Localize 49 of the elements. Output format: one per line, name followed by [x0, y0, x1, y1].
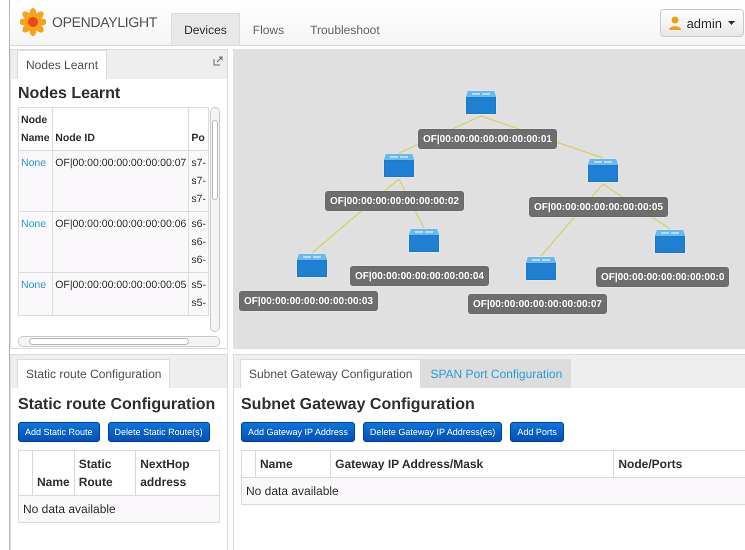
network-switch-icon[interactable] [408, 228, 440, 254]
node-label: OF|00:00:00:00:00:00:00:04 [350, 266, 489, 286]
network-switch-icon[interactable] [654, 229, 686, 255]
panel-tab[interactable]: Subnet Gateway Configuration [240, 359, 422, 388]
network-switch-icon[interactable] [465, 90, 497, 116]
node-id-cell: OF|00:00:00:00:00:00:00:06 [52, 212, 189, 272]
panel-tab[interactable]: Nodes Learnt [17, 50, 108, 79]
flower-logo-icon [20, 8, 46, 36]
port-text: s7- [191, 174, 206, 189]
node-label: OF|00:00:00:00:00:00:00:01 [418, 129, 557, 149]
node-id-cell: OF|00:00:00:00:00:00:00:05 [52, 272, 189, 316]
port-text: s6- [191, 217, 206, 232]
user-menu-button[interactable]: admin [660, 9, 744, 37]
empty-message: No data available [18, 496, 220, 522]
empty-message: No data available [242, 478, 745, 504]
logo-text: OPENDAYLIGHT [52, 14, 158, 30]
network-switch-icon[interactable] [525, 256, 557, 282]
node-label: OF|00:00:00:00:00:00:00:05 [529, 197, 668, 217]
port-text: s6- [191, 253, 206, 268]
port-text: s6- [191, 235, 206, 250]
network-switch-icon[interactable] [383, 153, 415, 179]
panel-title: Static route Configuration [18, 396, 216, 414]
port-text: s5- [191, 296, 206, 311]
nav-tab[interactable]: Troubleshoot [297, 13, 393, 45]
vertical-scrollbar[interactable] [210, 107, 220, 332]
caret-icon [728, 21, 735, 25]
panel-title: Subnet Gateway Configuration [241, 396, 476, 414]
panel-tab[interactable]: Static route Configuration [17, 359, 170, 388]
node-label: OF|00:00:00:00:00:00:00:0 [596, 267, 730, 287]
popout-icon[interactable] [213, 56, 223, 66]
node-label: OF|00:00:00:00:00:00:00:07 [468, 294, 607, 314]
action-button[interactable]: Delete Gateway IP Address(es) [362, 422, 502, 442]
action-button[interactable]: Add Ports [510, 422, 564, 442]
nav-tab[interactable]: Flows [240, 13, 298, 45]
action-button[interactable]: Delete Static Route(s) [108, 422, 210, 442]
node-label: OF|00:00:00:00:00:00:00:02 [325, 191, 464, 211]
port-text: s7- [191, 156, 206, 171]
panel-title: Nodes Learnt [18, 85, 122, 103]
action-button[interactable]: Add Static Route [18, 422, 100, 442]
network-switch-icon[interactable] [587, 158, 619, 184]
node-id-cell: OF|00:00:00:00:00:00:00:07 [52, 150, 189, 212]
port-text: s7- [191, 192, 206, 207]
user-icon [668, 16, 681, 30]
node-label: OF|00:00:00:00:00:00:00:03 [239, 291, 378, 311]
horizontal-scrollbar[interactable] [18, 336, 220, 347]
action-button[interactable]: Add Gateway IP Address [241, 422, 355, 442]
network-switch-icon[interactable] [296, 253, 328, 279]
nav-tab[interactable]: Devices [171, 13, 240, 45]
port-text: s5- [191, 278, 206, 293]
